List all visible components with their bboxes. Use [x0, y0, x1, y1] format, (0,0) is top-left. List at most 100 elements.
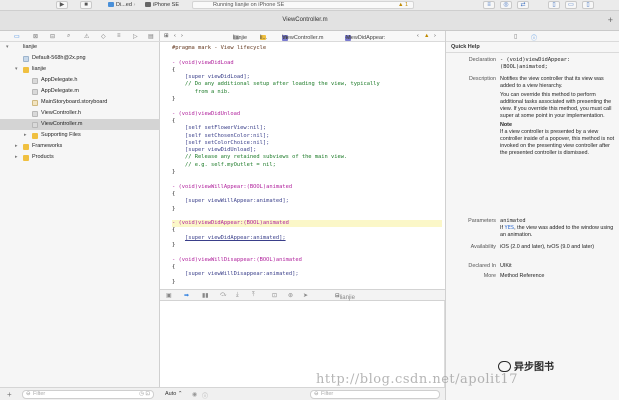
tree-item-label: ViewController.m — [41, 121, 83, 127]
folder-icon — [23, 155, 29, 161]
forward-icon[interactable]: › — [181, 33, 183, 39]
scheme-target-label: Di...ed — [116, 2, 132, 8]
stop-button[interactable]: ■ — [80, 1, 92, 9]
breakpoint-icon[interactable]: ▷ — [133, 33, 138, 40]
code-line: } — [172, 169, 176, 176]
source-control-icon[interactable]: ⊠ — [33, 33, 38, 40]
issue-warning-icon[interactable]: ▲ — [424, 33, 429, 39]
watermark-url: http://blog.csdn.net/apolit17 — [316, 372, 518, 387]
disclosure-open-icon[interactable]: ▾ — [15, 64, 18, 75]
tree-item[interactable]: ▸ Supporting Files — [0, 130, 160, 141]
test-icon[interactable]: ◇ — [101, 33, 106, 40]
debug-bar: ▣ ➡ ▮▮ ⤼ ⤓ ⤒ ⊡ ⊛ ➤ ⊟ lianjie — [160, 289, 445, 301]
quick-help-icon[interactable]: ⓘ — [531, 33, 537, 42]
info-icon[interactable]: ⓘ — [202, 391, 208, 400]
view-debugger-icon[interactable]: ⊡ — [272, 292, 277, 299]
jump-bar: ⊞ ‹ › lianjie › li... › mViewController.… — [160, 31, 445, 42]
symbol-icon[interactable]: ⊟ — [50, 33, 55, 40]
jumpbar-group[interactable]: li... › — [260, 33, 267, 41]
prev-issue-icon[interactable]: ‹ — [417, 33, 419, 39]
project-icon — [14, 45, 20, 51]
code-line: [super viewWillDisappear:animated]; — [184, 271, 299, 278]
auto-variables-menu[interactable]: Auto ⌃ — [165, 391, 182, 397]
disclosure-closed-icon[interactable]: ▸ — [15, 152, 18, 163]
simulate-location-icon[interactable]: ➤ — [303, 292, 308, 299]
add-tab-button[interactable]: + — [608, 15, 613, 25]
code-area[interactable]: #pragma mark - View lifecycle - (void)vi… — [172, 45, 442, 286]
tree-item[interactable]: ViewController.m — [0, 119, 160, 130]
breakpoints-toggle-icon[interactable]: ➡ — [184, 292, 189, 299]
folder-icon[interactable]: ▭ — [14, 33, 20, 40]
eye-icon[interactable]: ◉ — [192, 391, 197, 398]
disclosure-closed-icon[interactable]: ▸ — [15, 141, 18, 152]
standard-editor-button[interactable]: ≡ — [483, 1, 495, 9]
code-line: [self setChosenColor:nil]; — [184, 132, 270, 139]
run-button[interactable]: ▶ — [56, 1, 68, 9]
step-over-icon[interactable]: ⤼ — [220, 292, 226, 299]
tree-item-label: MainStoryboard.storyboard — [41, 99, 108, 105]
toggle-inspector-button[interactable]: ▯ — [582, 1, 594, 9]
uikit-link[interactable]: UIKit — [500, 263, 616, 270]
device-selector[interactable]: iPhone SE — [145, 1, 179, 9]
tree-item[interactable]: ▾ lianjie — [0, 42, 160, 53]
recent-files-icon[interactable]: ◷ ⊡ — [139, 391, 150, 398]
code-line: - (void)viewDidUnload — [172, 110, 241, 117]
console-filter-input[interactable]: ⊖ Filter — [310, 390, 440, 399]
memory-graph-icon[interactable]: ⊛ — [288, 292, 293, 299]
next-issue-icon[interactable]: › — [434, 33, 436, 39]
scheme-selector[interactable]: Di...ed › — [108, 1, 135, 9]
window-toolbar: ▶ ■ Di...ed › iPhone SE Running lianjie … — [0, 0, 619, 11]
toggle-debug-button[interactable]: ▭ — [565, 1, 577, 9]
version-editor-button[interactable]: ⇄ — [517, 1, 529, 9]
tree-item-label: Products — [32, 154, 54, 160]
tree-item[interactable]: AppDelegate.m — [0, 86, 160, 97]
tab-viewcontroller[interactable]: ViewController.m — [0, 17, 610, 23]
tree-item[interactable]: ▾ lianjie — [0, 64, 160, 75]
jumpbar-file[interactable]: mViewController.m › — [282, 33, 323, 41]
pause-icon[interactable]: ▮▮ — [202, 292, 209, 299]
hide-debug-icon[interactable]: ▣ — [166, 292, 172, 299]
code-line: } — [172, 205, 176, 212]
find-icon[interactable]: ⌕ — [67, 33, 70, 40]
step-out-icon[interactable]: ⤒ — [252, 292, 255, 299]
disclosure-closed-icon[interactable]: ▸ — [24, 130, 27, 141]
navigator-filter-input[interactable]: ⊖ Filter ◷ ⊡ — [22, 390, 154, 399]
folder-icon — [23, 144, 29, 150]
assistant-editor-button[interactable]: ◎ — [500, 1, 512, 9]
tree-item[interactable]: MainStoryboard.storyboard — [0, 97, 160, 108]
debug-target[interactable]: ⊟ lianjie — [335, 293, 355, 301]
code-line: } — [172, 278, 176, 285]
issue-icon[interactable]: ⚠ — [84, 33, 89, 40]
toggle-navigator-button[interactable]: ▯ — [548, 1, 560, 9]
code-line: // e.g. self.myOutlet = nil; — [184, 161, 276, 168]
add-file-button[interactable]: + — [7, 390, 12, 399]
tree-item-label: ViewController.h — [41, 110, 81, 116]
wechat-icon — [498, 361, 511, 372]
device-label: iPhone SE — [153, 2, 179, 8]
tree-item-label: Default-568h@2x.png — [32, 55, 86, 61]
code-line: [super viewDidAppear:animated]; — [184, 234, 286, 241]
step-in-icon[interactable]: ⤓ — [236, 292, 239, 299]
disclosure-open-icon[interactable]: ▾ — [6, 42, 9, 53]
related-items-icon[interactable]: ⊞ — [164, 33, 169, 39]
debug-icon[interactable]: ≡ — [117, 33, 121, 39]
device-icon — [145, 2, 151, 7]
tree-item[interactable]: ▸ Frameworks — [0, 141, 160, 152]
tree-item[interactable]: ViewController.h — [0, 108, 160, 119]
back-icon[interactable]: ‹ — [174, 33, 176, 39]
tree-item-label: lianjie — [32, 66, 47, 72]
jumpbar-project[interactable]: lianjie › — [233, 33, 247, 41]
code-line: { — [172, 117, 176, 124]
tree-item[interactable]: AppDelegate.h — [0, 75, 160, 86]
tree-item-label: Frameworks — [32, 143, 63, 149]
report-icon[interactable]: ▤ — [148, 33, 154, 40]
warning-indicator[interactable]: ▲ 1 — [398, 2, 408, 8]
method-reference-link[interactable]: Method Reference — [500, 273, 616, 280]
status-text: Running lianjie on iPhone SE — [213, 2, 285, 8]
file-inspector-icon[interactable]: ▯ — [514, 33, 517, 40]
tree-item[interactable]: ▸ Products — [0, 152, 160, 163]
code-line: { — [172, 227, 176, 234]
code-line: from a nib. — [194, 88, 231, 95]
tree-item[interactable]: Default-568h@2x.png — [0, 53, 160, 64]
navigator-filter-bar: + ⊖ Filter ◷ ⊡ — [0, 387, 160, 400]
